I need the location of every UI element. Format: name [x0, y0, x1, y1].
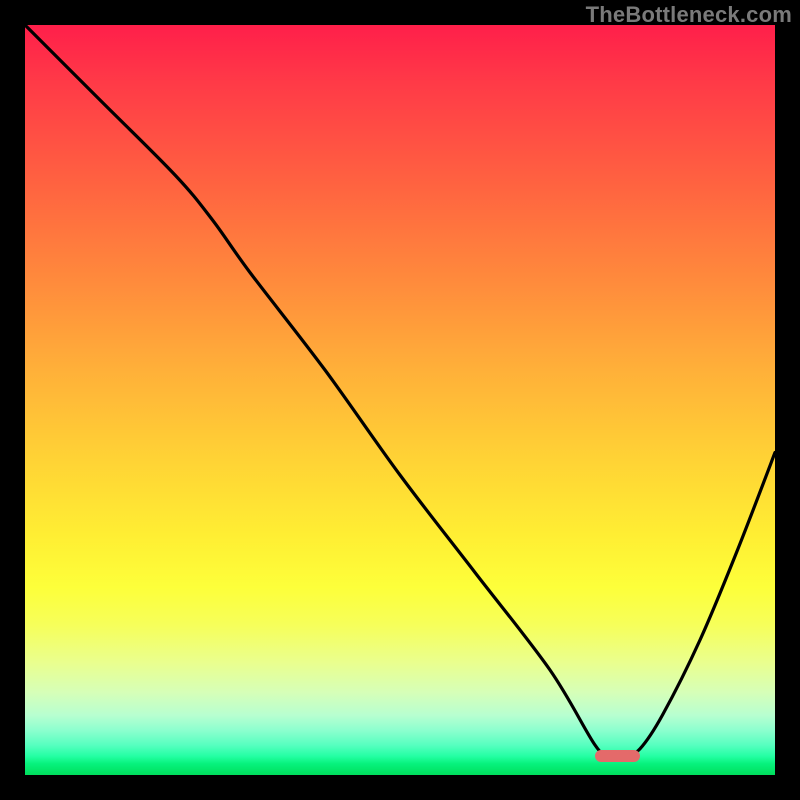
plot-area — [25, 25, 775, 775]
chart-container: TheBottleneck.com — [0, 0, 800, 800]
curve-layer — [25, 25, 775, 775]
watermark-text: TheBottleneck.com — [586, 2, 792, 28]
optimal-range-marker — [595, 750, 640, 762]
bottleneck-curve — [25, 25, 775, 757]
